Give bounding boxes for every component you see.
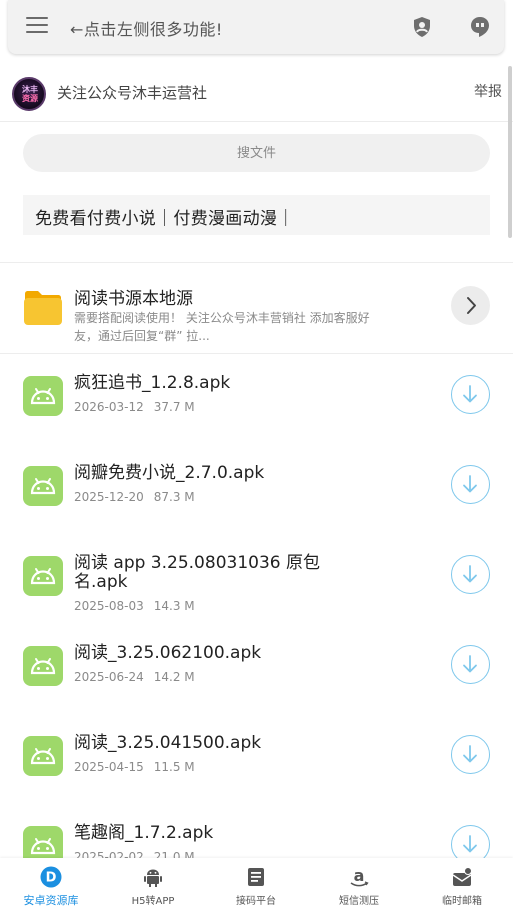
file-date: 2025-08-03 xyxy=(74,599,144,613)
scrollbar[interactable] xyxy=(508,66,512,238)
nav-item-temp-mail[interactable]: 临时邮箱 xyxy=(411,858,513,912)
download-button[interactable] xyxy=(451,645,490,684)
file-meta: 2025-12-20 87.3 M xyxy=(74,490,195,504)
folder-item[interactable]: 阅读书源本地源 需要搭配阅读使用！ 关注公众号沐丰营销社 添加客服好友，通过后回… xyxy=(0,264,513,353)
file-row[interactable]: 阅读_3.25.062100.apk 2025-06-24 14.2 M xyxy=(0,622,513,712)
nav-item-sms-code[interactable]: 接码平台 xyxy=(205,858,307,912)
file-row[interactable]: 阅读_3.25.041500.apk 2025-04-15 11.5 M xyxy=(0,712,513,802)
svg-text:D: D xyxy=(46,871,57,886)
file-row[interactable]: 疯狂追书_1.2.8.apk 2026-03-12 37.7 M xyxy=(0,352,513,442)
nav-item-android-library[interactable]: D 安卓资源库 xyxy=(0,858,102,912)
file-meta: 2026-03-12 37.7 M xyxy=(74,400,195,414)
android-apk-icon xyxy=(23,466,63,506)
android-robot-icon xyxy=(30,748,56,765)
download-arrow-icon xyxy=(463,475,477,493)
android-robot-icon xyxy=(30,658,56,675)
download-arrow-icon xyxy=(463,835,477,853)
nav-label: H5转APP xyxy=(131,896,175,907)
file-date: 2025-04-15 xyxy=(74,760,144,774)
nav-label: 接码平台 xyxy=(236,896,276,907)
android-apk-icon xyxy=(23,556,63,596)
promo-banner: 免费看付费小说｜付费漫画动漫｜ xyxy=(23,195,490,235)
file-size: 87.3 M xyxy=(153,490,195,504)
file-name: 阅读_3.25.041500.apk xyxy=(74,733,262,753)
svg-text:a: a xyxy=(354,866,365,885)
android-robot-icon xyxy=(30,478,56,495)
open-folder-button[interactable] xyxy=(451,286,490,325)
download-button[interactable] xyxy=(451,735,490,774)
file-size: 11.5 M xyxy=(153,760,195,774)
file-meta: 2025-04-15 11.5 M xyxy=(74,760,195,774)
download-arrow-icon xyxy=(463,385,477,403)
divider xyxy=(0,262,513,263)
folder-title: 阅读书源本地源 xyxy=(74,289,193,309)
file-row[interactable]: 阅瓣免费小说_2.7.0.apk 2025-12-20 87.3 M xyxy=(0,442,513,532)
document-icon xyxy=(248,868,264,886)
menu-icon[interactable] xyxy=(26,17,48,37)
android-robot-icon xyxy=(30,568,56,585)
report-link[interactable]: 举报 xyxy=(474,81,502,101)
bottom-navigation: D 安卓资源库 H5转APP 接码平台 a 短信测压 临时邮箱 xyxy=(0,858,513,912)
file-size: 37.7 M xyxy=(153,400,195,414)
avatar-text-line1: 沐丰 xyxy=(22,85,38,94)
folder-icon xyxy=(24,291,62,325)
promo-text: 免费看付费小说｜付费漫画动漫｜ xyxy=(35,209,295,229)
amazon-icon: a xyxy=(350,866,369,887)
file-meta: 2025-06-24 14.2 M xyxy=(74,670,195,684)
file-size: 14.2 M xyxy=(153,670,195,684)
top-bar-container: ←点击左侧很多功能! xyxy=(0,0,513,64)
share-title: 关注公众号沐丰运营社 xyxy=(57,84,208,102)
nav-item-h5-to-app[interactable]: H5转APP xyxy=(102,858,204,912)
download-arrow-icon xyxy=(463,745,477,763)
download-button[interactable] xyxy=(451,375,490,414)
file-date: 2026-03-12 xyxy=(74,400,144,414)
file-search-input[interactable] xyxy=(23,134,490,172)
android-apk-icon xyxy=(23,376,63,416)
nav-label: 临时邮箱 xyxy=(442,896,482,907)
folder-description: 需要搭配阅读使用！ 关注公众号沐丰营销社 添加客服好友，通过后回复“群” 拉..… xyxy=(74,311,370,343)
d-logo-icon: D xyxy=(40,866,62,888)
nav-label: 安卓资源库 xyxy=(23,894,79,907)
avatar[interactable]: 沐丰 资源 xyxy=(12,77,46,111)
chevron-right-icon xyxy=(467,297,476,314)
top-search-bar[interactable]: ←点击左侧很多功能! xyxy=(8,0,504,54)
mail-icon xyxy=(452,867,472,886)
file-name: 阅读 app 3.25.08031036 原包名.apk xyxy=(74,553,320,592)
feedback-icon[interactable] xyxy=(468,15,492,39)
file-date: 2025-06-24 xyxy=(74,670,144,684)
download-arrow-icon xyxy=(463,655,477,673)
file-name: 疯狂追书_1.2.8.apk xyxy=(74,373,231,393)
android-apk-icon xyxy=(23,736,63,776)
download-button[interactable] xyxy=(451,555,490,594)
nav-label: 短信测压 xyxy=(339,896,379,907)
file-meta: 2025-08-03 14.3 M xyxy=(74,599,195,613)
file-name: 阅瓣免费小说_2.7.0.apk xyxy=(74,463,265,483)
download-button[interactable] xyxy=(451,465,490,504)
avatar-text-line2: 资源 xyxy=(22,94,38,103)
file-row[interactable]: 阅读 app 3.25.08031036 原包名.apk 2025-08-03 1… xyxy=(0,532,513,622)
android-icon xyxy=(144,869,162,887)
android-robot-icon xyxy=(30,388,56,405)
file-size: 14.3 M xyxy=(153,599,195,613)
user-shield-icon[interactable] xyxy=(410,15,434,39)
share-header: 沐丰 资源 关注公众号沐丰运营社 举报 xyxy=(0,64,513,122)
file-name: 阅读_3.25.062100.apk xyxy=(74,643,262,663)
file-name: 笔趣阁_1.7.2.apk xyxy=(74,823,214,843)
nav-item-sms-test[interactable]: a 短信测压 xyxy=(308,858,410,912)
download-arrow-icon xyxy=(463,565,477,583)
android-apk-icon xyxy=(23,646,63,686)
file-date: 2025-12-20 xyxy=(74,490,144,504)
menu-hint-text: ←点击左侧很多功能! xyxy=(70,20,223,39)
